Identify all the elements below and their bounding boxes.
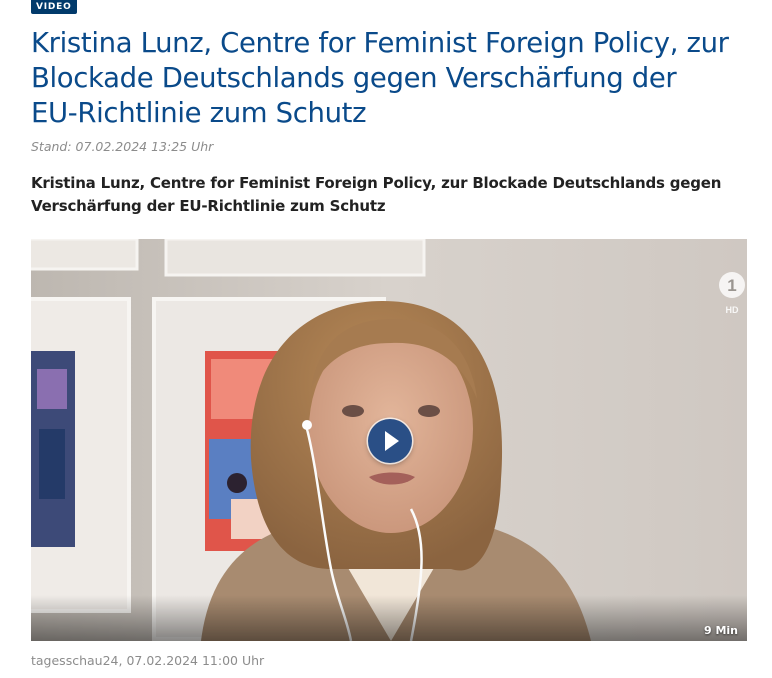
- dateline: Stand: 07.02.2024 13:25 Uhr: [31, 139, 214, 154]
- video-player[interactable]: 1 HD 9 Min: [31, 239, 747, 641]
- video-badge: VIDEO: [31, 0, 77, 14]
- play-button[interactable]: [368, 419, 412, 463]
- channel-logo-icon: 1 HD: [719, 272, 745, 315]
- teaser-text: Kristina Lunz, Centre for Feminist Forei…: [31, 174, 722, 215]
- svg-text:1: 1: [727, 276, 736, 295]
- headline: Kristina Lunz, Centre for Feminist Forei…: [31, 27, 729, 129]
- video-duration: 9 Min: [703, 624, 738, 637]
- video-source: tagesschau24, 07.02.2024 11:00 Uhr: [31, 653, 265, 668]
- player-shade: [31, 595, 747, 641]
- hd-label: HD: [726, 305, 739, 315]
